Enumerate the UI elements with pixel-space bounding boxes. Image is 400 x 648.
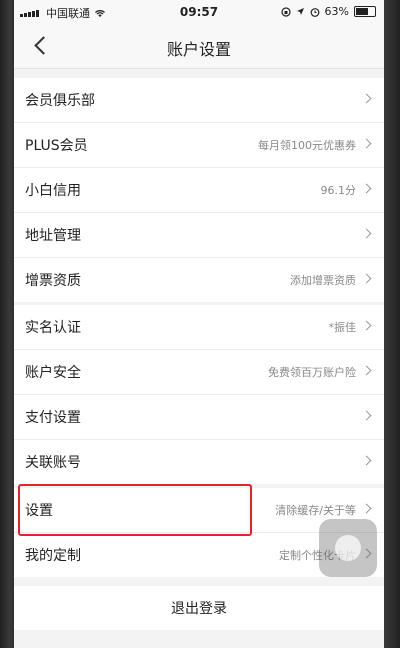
row-account-security[interactable]: 账户安全 免费领百万账户险 (14, 350, 384, 395)
row-payment-settings[interactable]: 支付设置 (14, 395, 384, 440)
row-real-name[interactable]: 实名认证 *振佳 (14, 305, 384, 350)
status-right: 63% (280, 5, 376, 18)
row-label: 支付设置 (25, 410, 81, 426)
chevron-right-icon (361, 228, 372, 239)
battery-percent: 63% (324, 5, 349, 18)
logout-button[interactable]: 退出登录 (14, 586, 384, 630)
location-icon (296, 8, 304, 15)
row-label: 地址管理 (25, 228, 81, 244)
alarm-icon (310, 7, 319, 17)
row-value: 添加增票资质 (290, 274, 356, 287)
row-value: 免费领百万账户险 (268, 366, 356, 379)
settings-group-2: 实名认证 *振佳 账户安全 免费领百万账户险 支付设置 关联账号 (14, 305, 384, 484)
row-label: 增票资质 (25, 273, 81, 289)
row-invoice[interactable]: 增票资质 添加增票资质 (14, 258, 384, 302)
row-label: 我的定制 (25, 548, 81, 564)
row-value: 96.1分 (320, 184, 357, 197)
chevron-right-icon (361, 365, 372, 376)
chevron-right-icon (361, 503, 372, 514)
row-address[interactable]: 地址管理 (14, 213, 384, 258)
row-plus-member[interactable]: PLUS会员 每月领100元优惠券 (14, 123, 384, 168)
bottom-spacer (14, 630, 384, 648)
phone-frame: 中国联通 09:57 63% 账户设置 会员俱乐部 PLUS会员 每月领100元… (0, 0, 400, 648)
row-label: 实名认证 (25, 320, 81, 336)
chevron-right-icon (361, 183, 372, 194)
chevron-right-icon (361, 455, 372, 466)
row-label: 设置 (25, 503, 53, 519)
row-label: 会员俱乐部 (25, 93, 95, 109)
page-title: 账户设置 (166, 40, 231, 59)
row-value: 清除缓存/关于等 (275, 504, 356, 517)
row-value: *振佳 (328, 321, 357, 334)
row-label: 关联账号 (25, 455, 81, 471)
status-bar: 中国联通 09:57 63% (14, 0, 384, 24)
row-credit[interactable]: 小白信用 96.1分 (14, 168, 384, 213)
chevron-right-icon (361, 93, 372, 104)
row-label: 小白信用 (25, 183, 81, 199)
assistive-touch-button[interactable] (319, 519, 377, 577)
row-linked-accounts[interactable]: 关联账号 (14, 440, 384, 484)
row-label: PLUS会员 (25, 138, 88, 154)
orientation-lock-icon (280, 6, 291, 17)
row-label: 账户安全 (25, 365, 81, 381)
battery-icon (354, 6, 376, 17)
nav-bar: 账户设置 (14, 24, 384, 69)
chevron-right-icon (361, 320, 372, 331)
screen: 中国联通 09:57 63% 账户设置 会员俱乐部 PLUS会员 每月领100元… (14, 0, 384, 648)
row-member-club[interactable]: 会员俱乐部 (14, 78, 384, 123)
chevron-right-icon (361, 410, 372, 421)
row-value: 每月领100元优惠券 (258, 139, 356, 152)
settings-group-1: 会员俱乐部 PLUS会员 每月领100元优惠券 小白信用 96.1分 地址管理 … (14, 78, 384, 302)
chevron-right-icon (361, 138, 372, 149)
chevron-right-icon (361, 273, 372, 284)
